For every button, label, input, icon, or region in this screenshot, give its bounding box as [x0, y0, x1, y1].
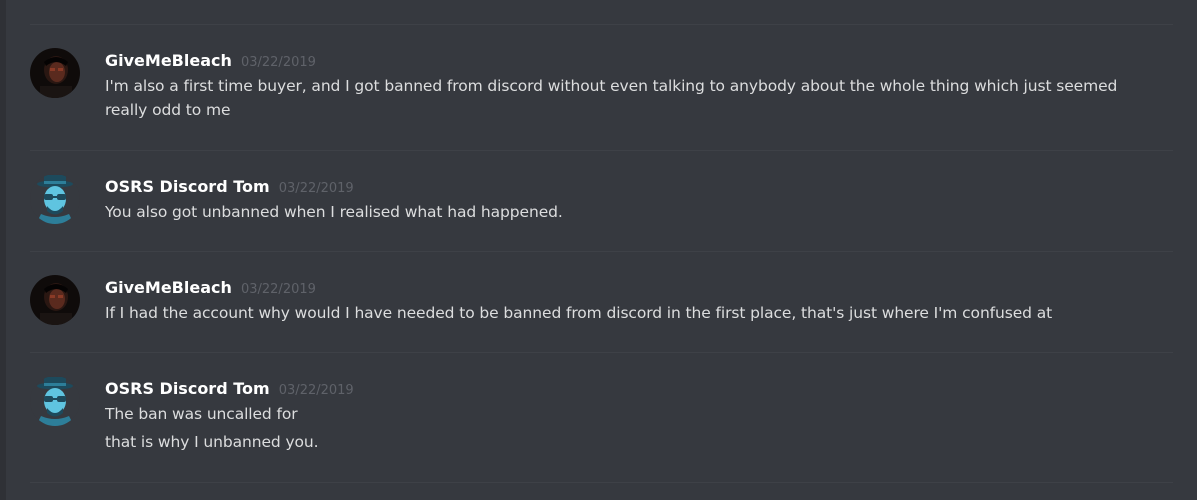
heisenberg-avatar-icon[interactable] — [30, 376, 80, 426]
message-timestamp: 03/22/2019 — [240, 282, 316, 297]
channel-sidebar-edge — [0, 0, 6, 500]
username[interactable]: GiveMeBleach — [105, 278, 232, 297]
username[interactable]: GiveMeBleach — [105, 51, 232, 70]
username[interactable]: OSRS Discord Tom — [105, 379, 270, 398]
message-timestamp: 03/22/2019 — [278, 383, 354, 398]
message-text: You also got unbanned when I realised wh… — [105, 203, 563, 221]
photo-avatar-icon[interactable] — [30, 275, 80, 325]
message-divider — [30, 352, 1173, 353]
message-divider — [30, 150, 1173, 151]
message-text: that is why I unbanned you. — [105, 433, 319, 451]
chat-log: GiveMeBleach 03/22/2019 I'm also a first… — [30, 0, 1173, 500]
message-divider — [30, 482, 1173, 483]
message-timestamp: 03/22/2019 — [240, 55, 316, 70]
message-text: really odd to me — [105, 101, 231, 119]
message-text: The ban was uncalled for — [105, 405, 298, 423]
message-text: If I had the account why would I have ne… — [105, 304, 1053, 322]
message-timestamp: 03/22/2019 — [278, 181, 354, 196]
message-divider — [30, 251, 1173, 252]
photo-avatar-icon[interactable] — [30, 48, 80, 98]
heisenberg-avatar-icon[interactable] — [30, 174, 80, 224]
message-text: I'm also a first time buyer, and I got b… — [105, 77, 1118, 95]
username[interactable]: OSRS Discord Tom — [105, 177, 270, 196]
message-divider — [30, 24, 1173, 25]
